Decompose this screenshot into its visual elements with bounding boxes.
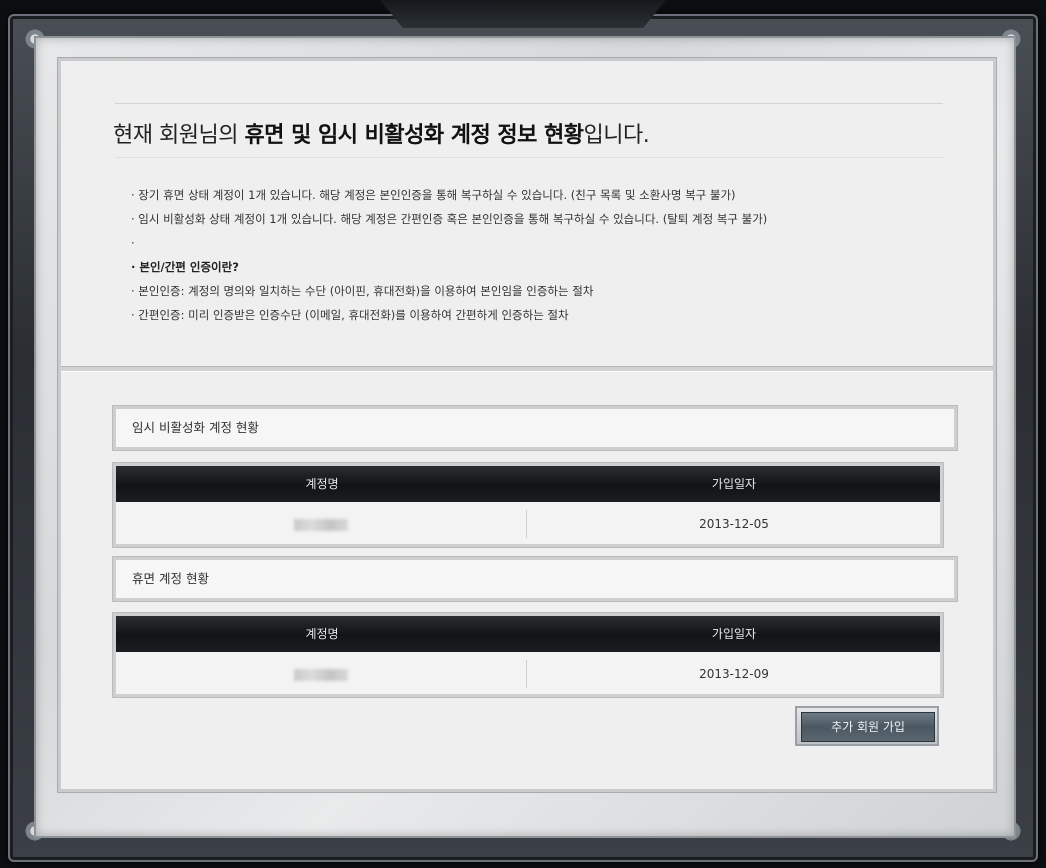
join-date-cell: 2013-12-05 [699,517,769,531]
frame-top-ornament [380,0,666,28]
column-header-account: 계정명 [305,477,339,491]
column-header-account: 계정명 [305,627,339,641]
join-date-cell: 2013-12-09 [699,667,769,681]
page-title-suffix: 입니다. [583,123,650,148]
table-header: 계정명 가입일자 [116,616,940,652]
page-title: 현재 회원님의 휴면 및 임시 비활성화 계정 정보 현황입니다. [113,117,650,149]
info-item: · 장기 휴면 상태 계정이 1개 있습니다. 해당 계정은 본인인증을 통해 … [131,188,736,202]
additional-signup-label: 추가 회원 가입 [801,712,935,742]
info-list: · 장기 휴면 상태 계정이 1개 있습니다. 해당 계정은 본인인증을 통해 … [131,183,767,327]
account-name-redacted [294,668,348,681]
inactive-accounts-table: 계정명 가입일자 2013-12-05 [113,463,943,547]
headline-divider [115,103,943,104]
info-item: · [131,236,135,250]
account-name-redacted [294,518,348,531]
page-title-bold: 휴면 및 임시 비활성화 계정 정보 현황 [244,123,584,148]
account-name-cell [116,654,526,694]
column-header-date: 가입일자 [711,627,757,641]
inactive-section-title: 임시 비활성화 계정 현황 [113,406,957,450]
headline-divider [115,157,943,158]
column-header-date: 가입일자 [711,477,757,491]
account-name-cell [116,504,526,544]
dormant-accounts-table: 계정명 가입일자 2013-12-09 [113,613,943,697]
section-divider [61,366,993,372]
cell-separator [526,660,527,688]
content-box: 현재 회원님의 휴면 및 임시 비활성화 계정 정보 현황입니다. · 장기 휴… [58,58,996,792]
dormant-section-title: 휴면 계정 현황 [113,557,957,601]
table-row: 2013-12-09 [116,654,940,694]
table-header: 계정명 가입일자 [116,466,940,502]
info-item-heading: · 본인/간편 인증이란? [131,260,239,274]
page-title-prefix: 현재 회원님의 [113,123,245,148]
table-row: 2013-12-05 [116,504,940,544]
additional-signup-button[interactable]: 추가 회원 가입 [795,706,939,746]
info-item: · 본인인증: 계정의 명의와 일치하는 수단 (아이핀, 휴대전화)을 이용하… [131,284,594,298]
cell-separator [526,510,527,538]
info-item: · 간편인증: 미리 인증받은 인증수단 (이메일, 휴대전화)를 이용하여 간… [131,308,569,322]
info-item: · 임시 비활성화 상태 계정이 1개 있습니다. 해당 계정은 간편인증 혹은… [131,212,768,226]
